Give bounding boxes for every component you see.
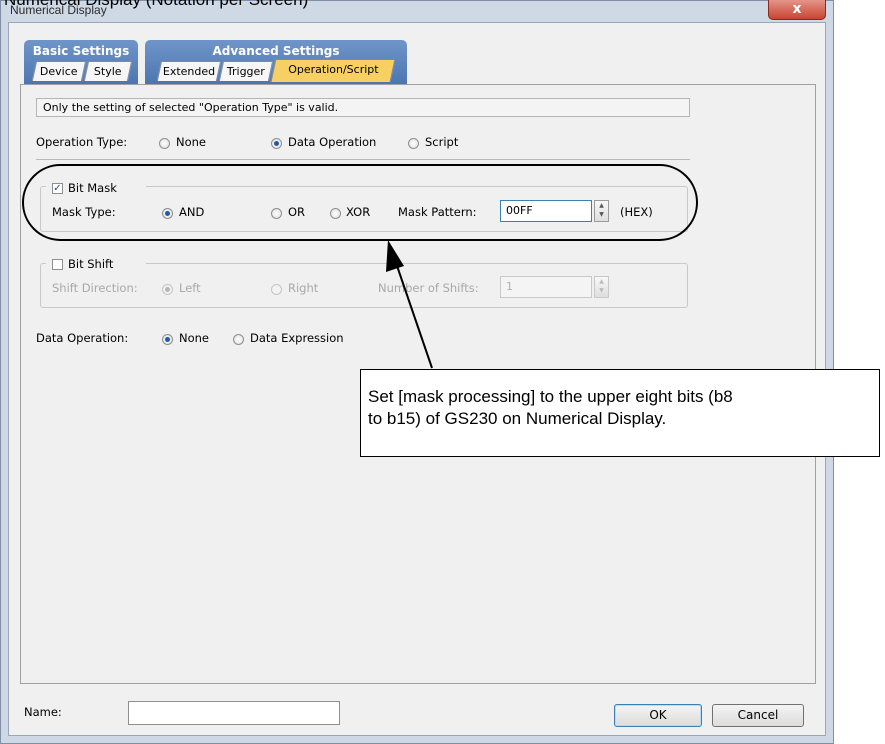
callout-line-2: to b15) of GS230 on Numerical Display. <box>368 409 667 428</box>
cancel-button[interactable]: Cancel <box>712 704 804 727</box>
ok-button[interactable]: OK <box>614 704 702 727</box>
name-input[interactable] <box>128 701 340 725</box>
callout-line-1: Set [mask processing] to the upper eight… <box>368 387 733 406</box>
annotation-callout: Set [mask processing] to the upper eight… <box>360 369 880 457</box>
name-label: Name: <box>24 705 62 719</box>
